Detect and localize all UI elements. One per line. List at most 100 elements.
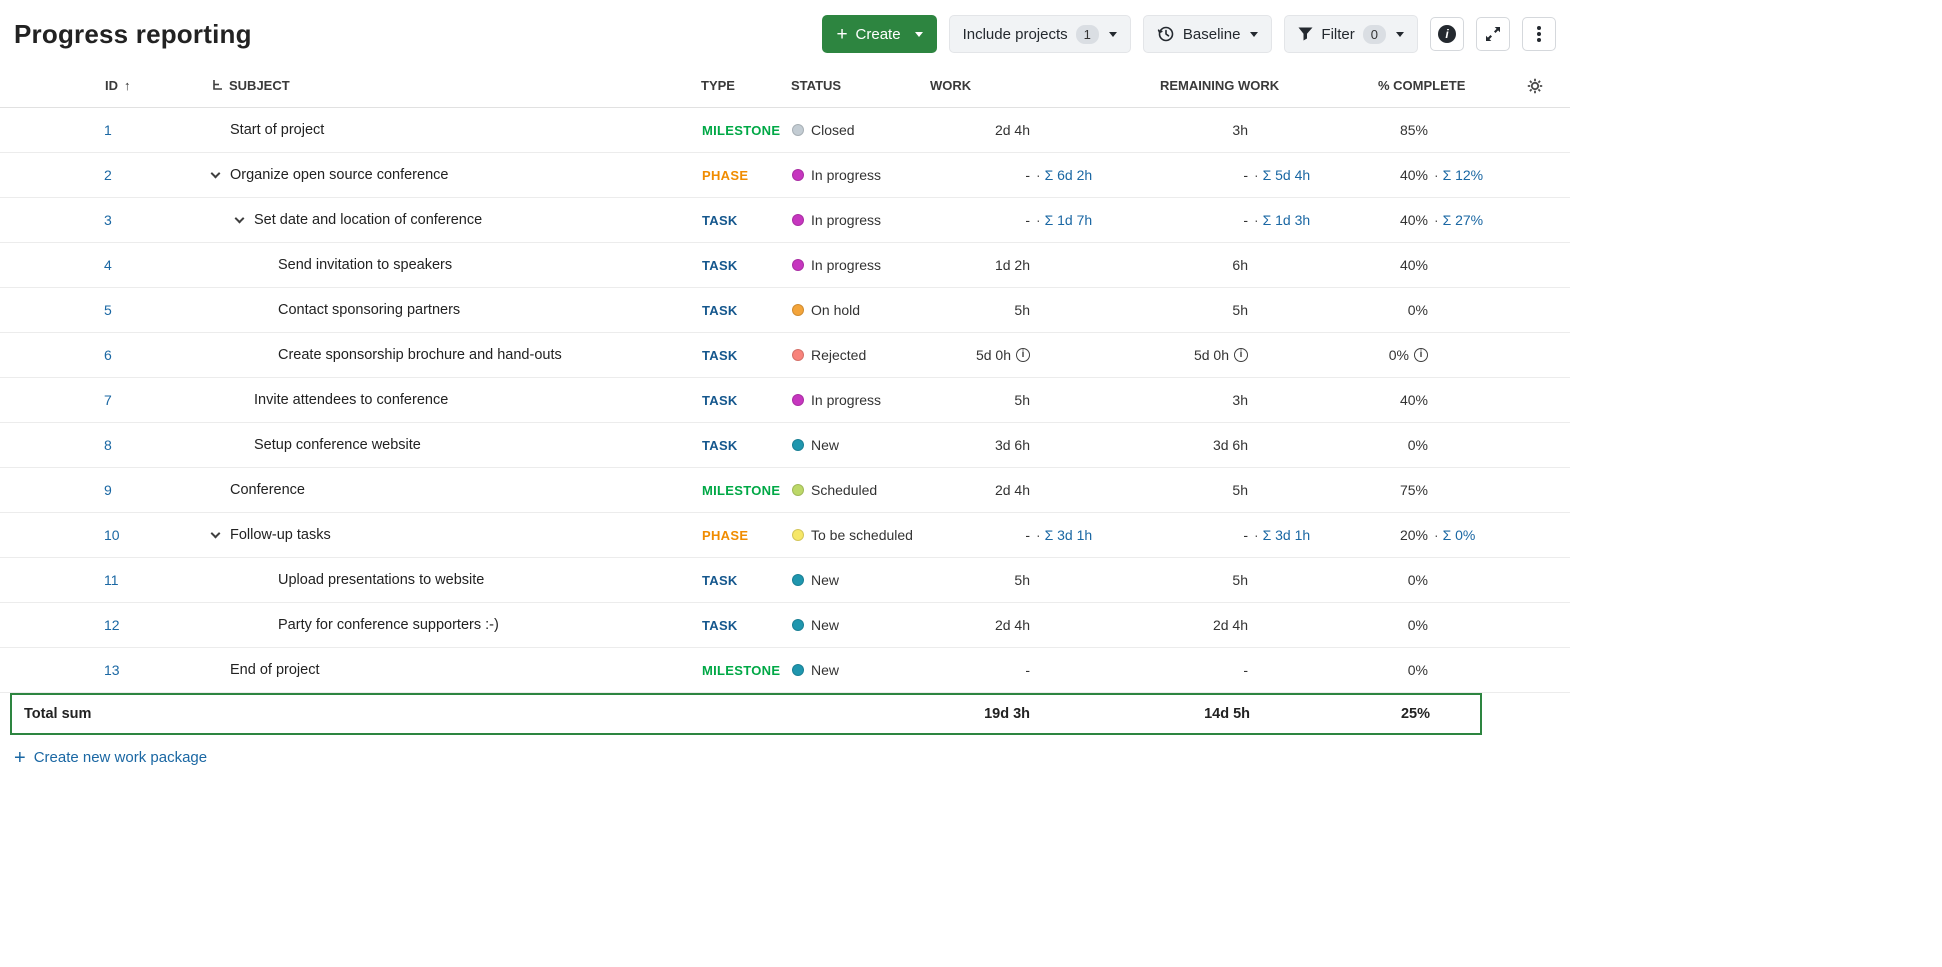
fullscreen-button[interactable]	[1476, 17, 1510, 51]
table-row[interactable]: 2 Organize open source conference PHASE …	[0, 152, 1570, 198]
derived-complete-link[interactable]: Σ 0%	[1443, 527, 1476, 543]
table-row[interactable]: 8 Setup conference website TASK New 3d 6…	[0, 422, 1570, 468]
info-icon[interactable]: i	[1414, 347, 1428, 362]
include-projects-button[interactable]: Include projects 1	[948, 15, 1131, 53]
create-work-package-link[interactable]: + Create new work package	[14, 748, 207, 768]
table-row[interactable]: 12 Party for conference supporters :-) T…	[0, 602, 1570, 648]
collapse-chevron-icon[interactable]	[234, 213, 245, 223]
info-icon[interactable]: i	[1234, 347, 1248, 362]
chevron-slot	[232, 213, 254, 223]
status-dot	[792, 438, 804, 451]
status-dot	[792, 348, 804, 361]
chevron-slot	[208, 528, 230, 538]
derived-complete-link[interactable]: Σ 27%	[1443, 212, 1484, 228]
wp-type: TASK	[702, 212, 738, 228]
gear-icon	[1527, 78, 1543, 94]
table-row[interactable]: 9 Conference MILESTONE Scheduled 2d 4h 5…	[0, 467, 1570, 513]
table-row[interactable]: 1 Start of project MILESTONE Closed 2d 4…	[0, 107, 1570, 153]
wp-percent-complete-value: 0%	[1407, 571, 1428, 588]
derived-remaining-link[interactable]: Σ 5d 4h	[1263, 167, 1311, 183]
wp-remaining-work-value: 3d 6h	[1212, 436, 1248, 453]
wp-id-link[interactable]: 8	[104, 437, 112, 453]
wp-id-link[interactable]: 13	[104, 662, 120, 678]
wp-subject: Set date and location of conference	[254, 211, 483, 228]
column-header-id[interactable]: ID ↑	[0, 65, 200, 108]
derived-work-link[interactable]: Σ 1d 7h	[1045, 212, 1093, 228]
wp-subject: Setup conference website	[254, 436, 421, 453]
column-header-status[interactable]: STATUS	[785, 65, 925, 108]
table-row[interactable]: 6 Create sponsorship brochure and hand-o…	[0, 332, 1570, 378]
derived-work-link[interactable]: Σ 6d 2h	[1045, 167, 1093, 183]
collapse-chevron-icon[interactable]	[210, 168, 221, 178]
wp-percent-complete-value: 85%	[1399, 121, 1428, 138]
info-button[interactable]: i	[1430, 17, 1464, 51]
column-header-remaining-work[interactable]: REMAINING WORK	[1115, 65, 1320, 108]
wp-id-link[interactable]: 12	[104, 617, 120, 633]
more-menu-button[interactable]	[1522, 17, 1556, 51]
wp-percent-complete-value: 0%	[1407, 436, 1428, 453]
wp-work-value: 2d 4h	[994, 616, 1030, 633]
derived-remaining-link[interactable]: Σ 1d 3h	[1263, 212, 1311, 228]
wp-type: TASK	[702, 437, 738, 453]
table-row[interactable]: 4 Send invitation to speakers TASK In pr…	[0, 242, 1570, 288]
wp-work-sum: · Σ 1d 7h	[1030, 212, 1102, 228]
wp-remaining-work-value: -	[1243, 661, 1248, 678]
wp-id-link[interactable]: 4	[104, 257, 112, 273]
table-row[interactable]: 10 Follow-up tasks PHASE To be scheduled…	[0, 512, 1570, 558]
wp-id-link[interactable]: 3	[104, 212, 112, 228]
wp-id-link[interactable]: 2	[104, 167, 112, 183]
wp-type: TASK	[702, 302, 738, 318]
column-label-status: STATUS	[791, 78, 842, 94]
create-button-label: Create	[855, 25, 901, 43]
table-row[interactable]: 11 Upload presentations to website TASK …	[0, 557, 1570, 603]
derived-remaining-link[interactable]: Σ 3d 1h	[1263, 527, 1311, 543]
column-header-subject[interactable]: SUBJECT	[200, 65, 690, 108]
collapse-chevron-icon[interactable]	[210, 528, 221, 538]
wp-percent-complete-value: 40%	[1399, 166, 1428, 183]
status-dot	[792, 663, 804, 676]
status-dot	[792, 393, 804, 406]
filter-button[interactable]: Filter 0	[1284, 15, 1418, 53]
status-dot	[792, 303, 804, 316]
column-header-percent-complete[interactable]: % COMPLETE	[1320, 65, 1500, 108]
wp-percent-complete-value: 20%	[1399, 526, 1428, 543]
table-row[interactable]: 7 Invite attendees to conference TASK In…	[0, 377, 1570, 423]
table-row[interactable]: 5 Contact sponsoring partners TASK On ho…	[0, 287, 1570, 333]
column-header-work[interactable]: WORK	[925, 65, 1115, 108]
column-label-id: ID	[105, 78, 118, 94]
wp-id-link[interactable]: 9	[104, 482, 112, 498]
derived-complete-link[interactable]: Σ 12%	[1443, 167, 1484, 183]
wp-remaining-work-sum: · Σ 5d 4h	[1248, 167, 1320, 183]
column-header-type[interactable]: TYPE	[690, 65, 785, 108]
table-row[interactable]: 13 End of project MILESTONE New - - 0%	[0, 647, 1570, 693]
wp-id-link[interactable]: 7	[104, 392, 112, 408]
table-row[interactable]: 3 Set date and location of conference TA…	[0, 197, 1570, 243]
baseline-button[interactable]: Baseline	[1142, 15, 1273, 53]
separator-dot: ·	[1036, 211, 1045, 228]
create-button[interactable]: + Create	[822, 15, 937, 53]
wp-id-link[interactable]: 5	[104, 302, 112, 318]
wp-status: New	[811, 436, 840, 453]
wp-work-value: 3d 6h	[994, 436, 1030, 453]
wp-work-value: 1d 2h	[994, 256, 1030, 273]
include-projects-count-badge: 1	[1075, 24, 1099, 44]
wp-type: MILESTONE	[702, 662, 781, 678]
wp-type: TASK	[702, 347, 738, 363]
wp-id-link[interactable]: 6	[104, 347, 112, 363]
wp-id-link[interactable]: 11	[104, 572, 119, 588]
page-header: Progress reporting + Create Include proj…	[0, 0, 1570, 65]
info-icon[interactable]: i	[1016, 347, 1030, 362]
table-settings-button[interactable]	[1500, 65, 1570, 108]
status-dot	[792, 123, 804, 136]
derived-work-link[interactable]: Σ 3d 1h	[1045, 527, 1093, 543]
wp-id-link[interactable]: 10	[104, 527, 120, 543]
wp-subject: Invite attendees to conference	[254, 391, 449, 408]
wp-percent-complete-sum: · Σ 27%	[1428, 212, 1500, 228]
status-dot	[792, 618, 804, 631]
wp-percent-complete-value: 40%	[1399, 391, 1428, 408]
wp-type: MILESTONE	[702, 122, 781, 138]
work-packages-table: ID ↑ SUBJECT TYPE STATUS WORK REMAINING …	[0, 65, 1570, 693]
wp-id-link[interactable]: 1	[104, 122, 112, 138]
separator-dot: ·	[1036, 166, 1045, 183]
wp-subject: Follow-up tasks	[230, 526, 331, 543]
